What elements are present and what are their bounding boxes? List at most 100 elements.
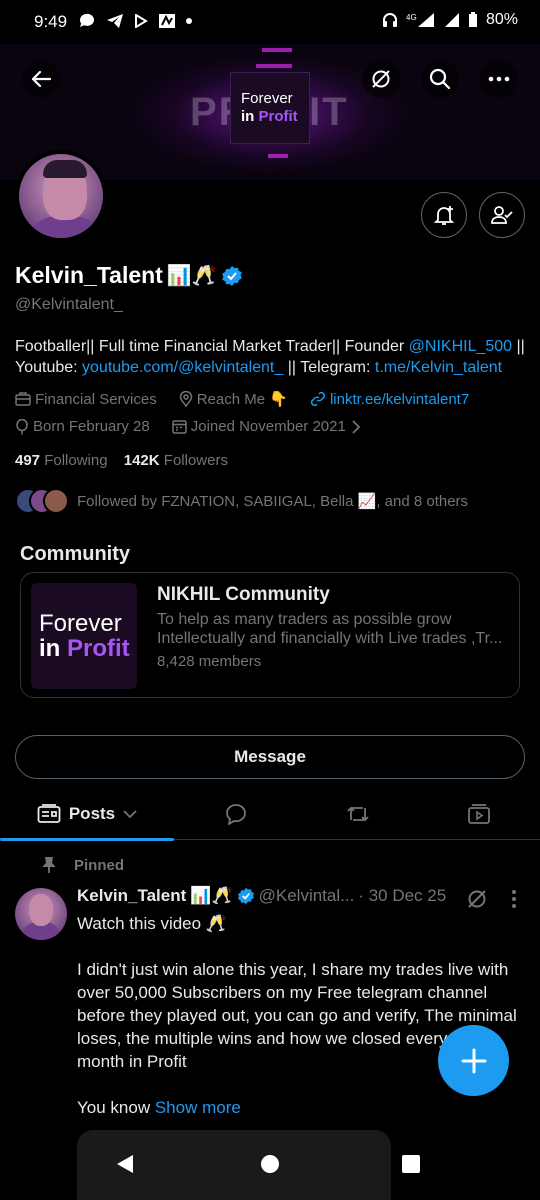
bio-youtube-link[interactable]: youtube.com/@kelvintalent_ <box>82 359 283 376</box>
post-more-button[interactable] <box>510 889 518 909</box>
profile-name: Kelvin_Talent 📊🥂 <box>15 262 243 289</box>
following-count: 497 <box>15 452 41 469</box>
compose-post-button[interactable] <box>438 1025 509 1096</box>
banner-logo-in: in <box>241 108 259 125</box>
community-thumb-in: in <box>39 635 67 662</box>
reply-icon <box>224 803 248 825</box>
meta-website[interactable]: linktr.ee/kelvintalent7 <box>310 391 469 408</box>
profile-name-emoji: 📊🥂 <box>166 265 217 287</box>
nav-home-button[interactable] <box>260 1154 280 1174</box>
post-author-emoji: 📊🥂 <box>190 886 233 905</box>
tab-posts[interactable]: Posts <box>0 788 174 840</box>
post-last-text: You know <box>77 1098 155 1117</box>
avatar-hair <box>43 160 87 178</box>
active-tab-indicator <box>0 838 174 841</box>
avatar-face <box>29 894 53 926</box>
meta-joined[interactable]: Joined November 2021 <box>171 418 362 435</box>
svg-text:4G: 4G <box>406 13 417 22</box>
message-button[interactable]: Message <box>15 735 525 779</box>
user-check-icon <box>490 203 514 227</box>
meta-category: Financial Services <box>15 391 157 408</box>
dot-icon <box>186 18 192 24</box>
app-icon <box>158 12 176 30</box>
chevron-down-icon <box>123 809 137 819</box>
community-desc-line1: To help as many traders as possible grow <box>157 611 452 628</box>
back-button[interactable] <box>22 60 60 98</box>
followed-by[interactable]: Followed by FZNATION, SABIIGAL, Bella 📈,… <box>15 488 468 514</box>
posts-icon <box>37 804 61 824</box>
community-members: 8,428 members <box>157 653 262 670</box>
play-icon <box>134 14 148 28</box>
tab-posts-label: Posts <box>68 804 116 823</box>
tab-reposts[interactable] <box>298 788 418 840</box>
bio-line-1: Footballer|| Full time Financial Market … <box>15 336 525 357</box>
arrow-left-icon <box>30 68 52 90</box>
pin-icon <box>42 856 56 874</box>
followers-label: Followers <box>163 452 228 469</box>
more-vertical-icon <box>510 889 518 909</box>
calendar-icon <box>171 419 187 434</box>
bio-line-2: Youtube: youtube.com/@kelvintalent_ || T… <box>15 357 525 378</box>
community-thumbnail: Forever in Profit <box>31 583 137 689</box>
balloon-icon <box>15 418 29 435</box>
meta-birthday-text: Born February 28 <box>33 418 150 435</box>
post-last-line: You know Show more <box>77 1096 527 1119</box>
nav-recents-button[interactable] <box>401 1154 421 1174</box>
plus-icon <box>460 1047 488 1075</box>
grok-button[interactable] <box>362 60 400 98</box>
signal-icon: 4G <box>406 12 436 28</box>
location-pin-icon <box>179 391 193 407</box>
community-card[interactable]: Forever in Profit NIKHIL Community To he… <box>20 572 520 698</box>
bio-mention-link[interactable]: @NIKHIL_500 <box>409 338 512 355</box>
banner-logo-line1: Forever <box>241 90 293 107</box>
post-author-name[interactable]: Kelvin_Talent <box>77 886 186 906</box>
notify-button[interactable] <box>421 192 467 238</box>
show-more-link[interactable]: Show more <box>155 1098 241 1117</box>
circle-home-icon <box>260 1154 280 1174</box>
follower-avatars <box>15 488 69 514</box>
status-bar: 9:49 4G 80% <box>0 0 540 44</box>
notification-icons <box>78 12 192 30</box>
meta-website-link[interactable]: linktr.ee/kelvintalent7 <box>330 391 469 408</box>
verified-badge-icon[interactable] <box>221 265 243 287</box>
grok-icon <box>370 68 392 90</box>
post-author-avatar[interactable] <box>15 888 67 940</box>
profile-avatar[interactable] <box>15 150 107 242</box>
meta-joined-text: Joined November 2021 <box>190 418 346 435</box>
search-icon <box>429 68 451 90</box>
bio-telegram-link[interactable]: t.me/Kelvin_talent <box>375 359 502 376</box>
following-button[interactable] <box>479 192 525 238</box>
profile-bio: Footballer|| Full time Financial Market … <box>15 336 525 378</box>
more-icon <box>488 76 510 82</box>
banner-logo-line2: in Profit <box>241 108 309 126</box>
search-button[interactable] <box>421 60 459 98</box>
tab-replies[interactable] <box>174 788 298 840</box>
community-thumb-profit: Profit <box>67 635 130 662</box>
system-icons: 4G 80% <box>382 11 518 29</box>
repost-icon <box>345 803 371 825</box>
follower-avatar <box>43 488 69 514</box>
more-button[interactable] <box>480 60 518 98</box>
headset-icon <box>382 12 398 28</box>
profile-meta-row-1: Financial Services Reach Me 👇 linktr.ee/… <box>15 390 469 408</box>
nav-back-button[interactable] <box>115 1154 135 1174</box>
following-link[interactable]: 497 Following <box>15 452 108 469</box>
post-grok-button[interactable] <box>466 888 488 910</box>
signal-bars-icon <box>444 12 460 28</box>
bio-text: Youtube: <box>15 359 83 376</box>
bio-text: Footballer|| Full time Financial Market … <box>15 338 409 355</box>
banner-logo-profit: Profit <box>258 108 298 125</box>
follow-counts: 497 Following 142K Followers <box>15 452 228 469</box>
community-desc-line2: Intellectually and financially with Live… <box>157 630 503 647</box>
post-author-handle[interactable]: @Kelvintal... <box>259 886 355 906</box>
followers-link[interactable]: 142K Followers <box>124 452 228 469</box>
followers-count: 142K <box>123 452 160 469</box>
telegram-icon <box>106 12 124 30</box>
briefcase-icon <box>15 391 31 407</box>
battery-icon <box>468 12 478 28</box>
following-label: Following <box>44 452 108 469</box>
bell-plus-icon <box>432 203 456 227</box>
tab-media[interactable] <box>418 788 540 840</box>
meta-location-text: Reach Me 👇 <box>196 391 288 408</box>
meta-category-text: Financial Services <box>35 390 157 408</box>
